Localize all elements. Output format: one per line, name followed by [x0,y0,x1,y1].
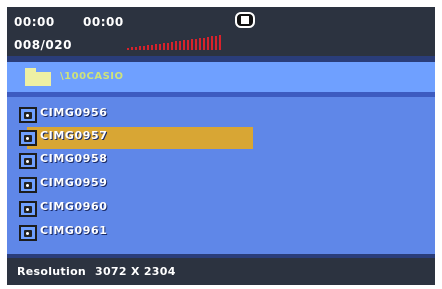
file-row[interactable]: CIMG0961 [7,222,435,244]
file-name: CIMG0957 [40,129,108,142]
level-bar [211,36,213,50]
level-bar [191,39,193,50]
level-bar [159,43,161,50]
level-bar [175,41,177,50]
file-row[interactable]: CIMG0960 [7,198,435,220]
file-row-selected[interactable]: CIMG0957 [7,127,435,149]
level-bar [139,46,141,50]
total-time: 00:00 [83,15,124,29]
file-name: CIMG0961 [40,224,108,237]
level-bar [163,43,165,50]
info-bar: Resolution 3072 X 2304 [7,258,435,285]
level-bar [127,48,129,50]
stop-icon[interactable] [235,12,255,28]
file-browser-screen: 00:00 00:00 008/020 \100CASIO CIMG0956 C… [7,7,435,285]
file-name: CIMG0960 [40,200,108,213]
folder-row[interactable]: \100CASIO [7,62,435,92]
file-row[interactable]: CIMG0959 [7,174,435,196]
camera-icon [19,225,37,241]
level-bar [147,45,149,50]
level-bar [131,47,133,50]
level-bar [215,35,217,50]
level-bar [171,41,173,50]
file-row[interactable]: CIMG0958 [7,150,435,172]
file-counter: 008/020 [14,38,72,52]
level-bar [135,46,137,50]
file-name: CIMG0958 [40,152,108,165]
camera-icon [19,130,37,146]
level-bar [199,38,201,50]
level-bar [207,37,209,50]
camera-icon [19,201,37,217]
camera-icon [19,153,37,169]
level-bar [155,44,157,50]
level-bar [195,38,197,50]
folder-icon [25,68,51,86]
file-row[interactable]: CIMG0956 [7,104,435,126]
resolution-label: Resolution [17,265,87,278]
folder-name: \100CASIO [60,71,124,82]
level-bar [203,37,205,50]
level-bar [179,40,181,50]
level-bar [183,40,185,50]
level-bar [219,35,221,50]
divider [7,92,435,97]
level-bar [187,39,189,50]
resolution-value: 3072 X 2304 [95,265,176,278]
audio-level-meter [127,35,225,50]
camera-icon [19,107,37,123]
camera-icon [19,177,37,193]
elapsed-time: 00:00 [14,15,55,29]
status-bar: 00:00 00:00 008/020 [7,7,435,56]
level-bar [167,42,169,50]
level-bar [151,44,153,50]
file-name: CIMG0956 [40,106,108,119]
file-name: CIMG0959 [40,176,108,189]
level-bar [143,45,145,50]
